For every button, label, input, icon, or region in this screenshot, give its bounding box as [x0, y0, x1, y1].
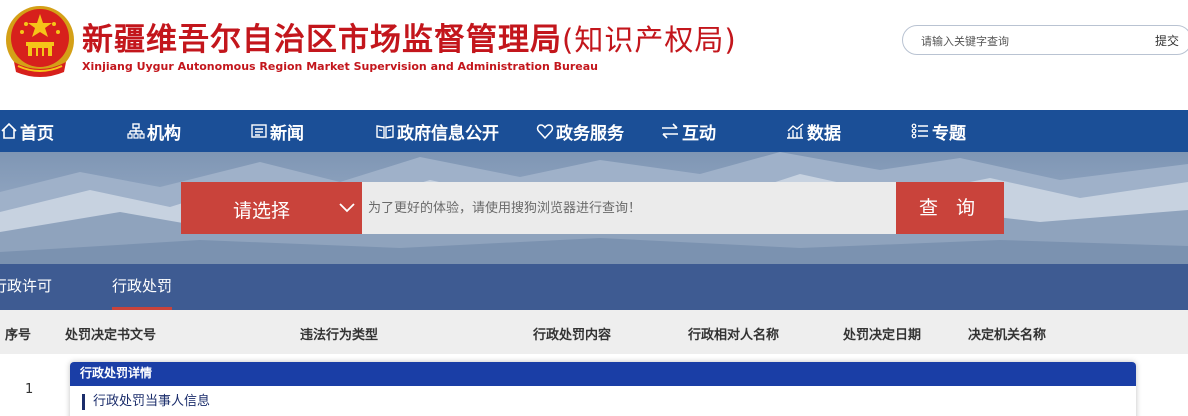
column-header: 处罚决定书文号 [65, 328, 157, 343]
site-title-sub: (知识产权局) [562, 23, 737, 57]
chevron-down-icon [339, 203, 355, 213]
nav-item-interaction[interactable]: 互动 [660, 110, 716, 152]
header-search-submit-button[interactable]: 提交 [1155, 32, 1179, 49]
query-button[interactable]: 查 询 [896, 182, 1004, 234]
site-title-main: 新疆维吾尔自治区市场监督管理局 [82, 22, 562, 58]
record-type-tabs: 行政许可 行政处罚 [0, 264, 1188, 310]
nav-item-data[interactable]: 数据 [785, 110, 841, 152]
table-header-row: 序号 处罚决定书文号 违法行为类型 行政处罚内容 行政相对人名称 处罚决定日期 … [0, 310, 1188, 354]
penalty-detail-dialog: 行政处罚详情 行政处罚当事人信息 [70, 362, 1136, 416]
site-header: 新疆维吾尔自治区市场监督管理局(知识产权局) Xinjiang Uygur Au… [0, 0, 1188, 110]
chart-icon [787, 123, 804, 139]
nav-item-label: 政府信息公开 [397, 123, 499, 144]
site-title: 新疆维吾尔自治区市场监督管理局(知识产权局) [82, 14, 737, 59]
nav-item-label: 互动 [682, 123, 716, 144]
nav-item-label: 专题 [932, 123, 966, 144]
nav-item-label: 政务服务 [556, 123, 624, 144]
nav-item-gov-info[interactable]: 政府信息公开 [375, 110, 499, 152]
category-select[interactable]: 请选择 [181, 182, 362, 234]
heart-icon [536, 124, 554, 140]
column-header: 违法行为类型 [300, 328, 379, 343]
nav-item-home[interactable]: 首页 [0, 110, 54, 152]
column-header: 序号 [5, 328, 32, 343]
national-emblem-icon [6, 6, 74, 77]
nav-item-news[interactable]: 新闻 [250, 110, 304, 152]
site-title-english: Xinjiang Uygur Autonomous Region Market … [82, 60, 598, 73]
nav-item-label: 数据 [807, 123, 841, 144]
header-search-box: 提交 [902, 25, 1188, 55]
nav-item-topics[interactable]: 专题 [910, 110, 966, 152]
nav-item-services[interactable]: 政务服务 [536, 110, 624, 152]
news-icon [251, 124, 267, 138]
query-input[interactable] [362, 182, 896, 234]
dialog-title: 行政处罚详情 [70, 362, 1136, 386]
nav-item-label: 新闻 [270, 123, 304, 144]
nav-item-label: 机构 [147, 123, 181, 144]
dialog-section-title: 行政处罚当事人信息 [82, 394, 210, 410]
list-icon [911, 123, 928, 139]
column-header: 决定机关名称 [968, 328, 1047, 343]
row-index: 1 [25, 382, 34, 397]
page: 新疆维吾尔自治区市场监督管理局(知识产权局) Xinjiang Uygur Au… [0, 0, 1188, 416]
search-banner: 请选择 查 询 [0, 152, 1188, 264]
nav-item-label: 首页 [20, 123, 54, 144]
main-nav: 首页 机构 新闻 政府信息公开 政务服务 互动 数据 专题 [0, 110, 1188, 152]
exchange-arrows-icon [662, 123, 678, 139]
open-book-icon [376, 125, 394, 139]
header-search-input[interactable] [921, 32, 1141, 50]
tab-administrative-penalty[interactable]: 行政处罚 [112, 264, 173, 310]
column-header: 处罚决定日期 [843, 328, 922, 343]
column-header: 行政相对人名称 [688, 328, 780, 343]
nav-item-org[interactable]: 机构 [127, 110, 181, 152]
home-icon [1, 122, 17, 139]
org-chart-icon [127, 123, 145, 139]
tab-administrative-license[interactable]: 行政许可 [0, 264, 52, 310]
category-select-label: 请选择 [233, 200, 291, 222]
column-header: 行政处罚内容 [533, 328, 612, 343]
